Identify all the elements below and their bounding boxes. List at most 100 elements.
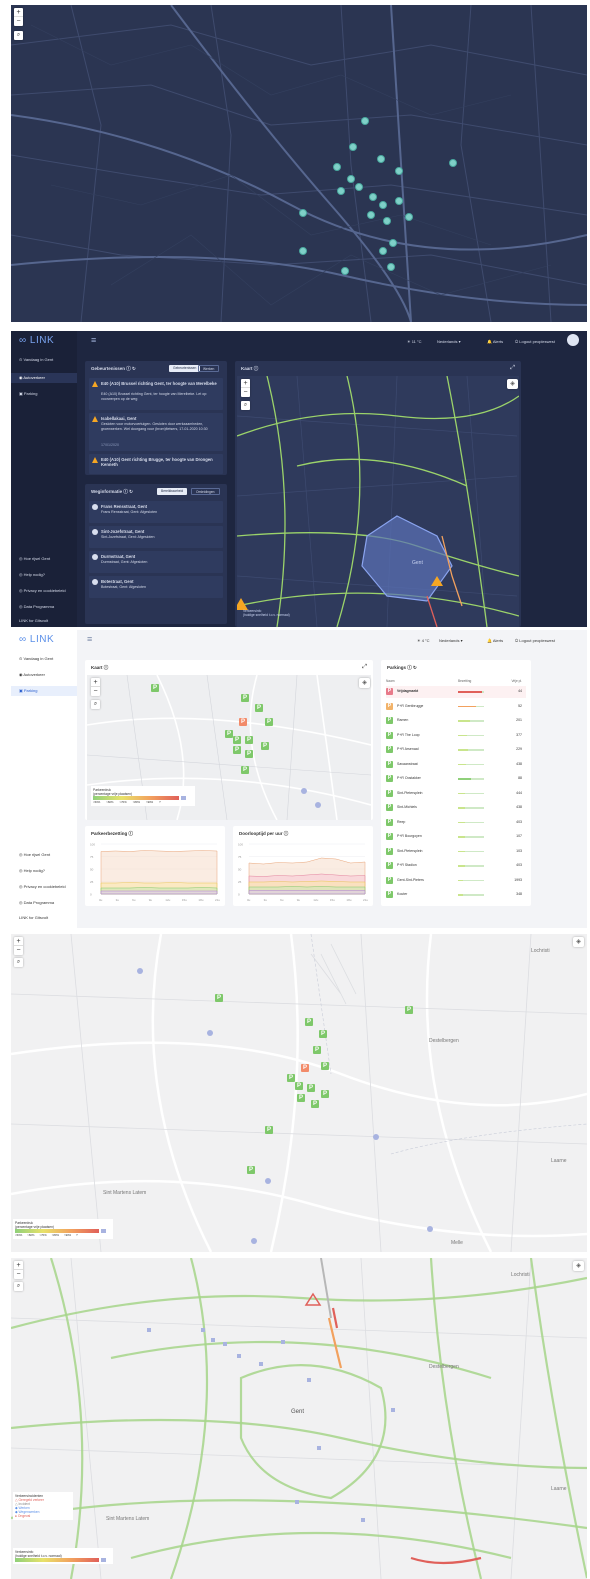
bike-parking-marker[interactable]: [137, 968, 143, 974]
nav-item-gent[interactable]: ◎ Hoe rijsel Gent: [19, 852, 50, 857]
camera-marker[interactable]: [405, 213, 413, 221]
camera-marker[interactable]: [395, 197, 403, 205]
parking-row[interactable]: P P+R Oostakker 88: [386, 773, 526, 785]
nav-item-autoverkeer[interactable]: ◉ Autoverkeer: [11, 373, 77, 383]
parking-marker[interactable]: P: [297, 1094, 305, 1102]
road-item[interactable]: Botestraat, Gent Botestraat, Gent: Afges…: [89, 576, 223, 598]
parking-marker[interactable]: P: [261, 742, 269, 750]
camera-marker[interactable]: [367, 211, 375, 219]
parking-row[interactable]: P Sint-Michiels 438: [386, 802, 526, 814]
camera-marker[interactable]: [341, 267, 349, 275]
logout-button[interactable]: ⏻ Logout peopleswest: [515, 339, 555, 344]
language-select[interactable]: Nederlands ▾: [439, 638, 463, 643]
layers-icon[interactable]: ◈: [359, 678, 370, 688]
bike-parking-marker[interactable]: [207, 1030, 213, 1036]
alerts-button[interactable]: 🔔 Alerts: [487, 638, 503, 643]
zoom-control[interactable]: + −: [14, 8, 23, 26]
camera-marker[interactable]: [449, 159, 457, 167]
zoom-out-button[interactable]: −: [14, 946, 23, 955]
zoom-out-button[interactable]: −: [241, 388, 250, 397]
traffic-map[interactable]: Gent: [237, 376, 519, 627]
parking-marker[interactable]: P: [233, 746, 241, 754]
zoom-out-button[interactable]: −: [14, 1270, 23, 1279]
nav-item-help[interactable]: ◎ Help nodig?: [19, 868, 45, 873]
camera-marker[interactable]: [349, 143, 357, 151]
hamburger-icon[interactable]: ≡: [87, 634, 92, 644]
parking-row[interactable]: P P+R Stadion 403: [386, 860, 526, 872]
parking-marker[interactable]: P: [151, 684, 159, 692]
nav-item-link[interactable]: LINK for Gitsvolt: [19, 618, 48, 623]
nav-item-data[interactable]: ◎ Data Programma: [19, 900, 54, 905]
map-zoom-control[interactable]: + −: [91, 678, 100, 696]
nav-item-vandaag[interactable]: ⊙ Vandaag in Gent: [19, 357, 53, 362]
parking-row[interactable]: P Sint-Pietersplein 444: [386, 788, 526, 800]
nav-item-link[interactable]: LINK for Gitsvolt: [19, 915, 48, 920]
parking-marker-full[interactable]: P: [301, 1064, 309, 1072]
event-item[interactable]: Isabellakaai, Gent Gesloten voor motorvo…: [89, 413, 223, 451]
parking-marker[interactable]: P: [311, 1100, 319, 1108]
parking-marker[interactable]: P: [255, 704, 263, 712]
parking-row[interactable]: P P+R Arsenaal 229: [386, 744, 526, 756]
layers-icon[interactable]: ◈: [573, 1261, 584, 1271]
layers-icon[interactable]: ◈: [507, 379, 518, 389]
map-zoom-control[interactable]: + −: [241, 379, 250, 397]
nav-item-data[interactable]: ◎ Data Programma: [19, 604, 54, 609]
parking-marker[interactable]: P: [241, 766, 249, 774]
toggle-omleidingen[interactable]: Omleidingen: [191, 488, 220, 495]
parking-marker[interactable]: P: [305, 1018, 313, 1026]
bike-parking-marker[interactable]: [427, 1226, 433, 1232]
parking-marker[interactable]: P: [319, 1030, 327, 1038]
zoom-in-button[interactable]: +: [14, 8, 23, 17]
camera-marker[interactable]: [299, 209, 307, 217]
expand-icon[interactable]: ⤢: [510, 365, 515, 372]
camera-marker[interactable]: [387, 263, 395, 271]
event-item[interactable]: E40 (A10) Gent richting Brugge, ter hoog…: [89, 454, 223, 474]
parking-marker[interactable]: P: [295, 1082, 303, 1090]
event-item[interactable]: E40 (A10) Brussel richting Gent, ter hoo…: [89, 378, 223, 410]
parking-row[interactable]: P Kouter 348: [386, 889, 526, 901]
parking-marker[interactable]: P: [307, 1084, 315, 1092]
language-select[interactable]: Nederlands ▾: [437, 339, 461, 344]
parking-row[interactable]: P Sint-Pietersplein 103: [386, 846, 526, 858]
parking-marker[interactable]: P: [245, 750, 253, 758]
bike-parking-marker[interactable]: [301, 788, 307, 794]
parking-marker[interactable]: P: [321, 1062, 329, 1070]
layers-icon[interactable]: ◈: [573, 937, 584, 947]
zoom-control[interactable]: + −: [14, 937, 23, 955]
nav-item-parking[interactable]: ▣ Parking: [19, 391, 37, 396]
parking-marker[interactable]: P: [405, 1006, 413, 1014]
search-icon[interactable]: ⌕: [14, 31, 23, 40]
nav-item-privacy[interactable]: ◎ Privacy en cookiebeleid: [19, 588, 66, 593]
camera-marker[interactable]: [377, 155, 385, 163]
search-icon[interactable]: ⌕: [14, 1282, 23, 1291]
zoom-control[interactable]: + −: [14, 1261, 23, 1279]
camera-marker[interactable]: [337, 187, 345, 195]
camera-marker[interactable]: [383, 217, 391, 225]
camera-map-panel[interactable]: + − ⌕: [11, 5, 587, 322]
toggle-bereikbaarheid[interactable]: Bereikbaarheid: [157, 488, 188, 495]
nav-item-parking[interactable]: ▣ Parking: [11, 686, 77, 696]
parking-marker[interactable]: P: [245, 736, 253, 744]
parking-marker[interactable]: P: [233, 736, 241, 744]
logout-button[interactable]: ⏻ Logout peopleswest: [515, 638, 555, 643]
road-item[interactable]: Frans Rensstraat, Gent Frans Rensstraat,…: [89, 501, 223, 523]
parking-row[interactable]: P P+R Bourgoyen 107: [386, 831, 526, 843]
camera-marker[interactable]: [361, 117, 369, 125]
parking-marker[interactable]: P: [265, 1126, 273, 1134]
camera-marker[interactable]: [379, 247, 387, 255]
bike-parking-marker[interactable]: [315, 802, 321, 808]
nav-item-privacy[interactable]: ◎ Privacy en cookiebeleid: [19, 884, 66, 889]
camera-marker[interactable]: [333, 163, 341, 171]
nav-item-vandaag[interactable]: ⊙ Vandaag in Gent: [19, 656, 53, 661]
zoom-in-button[interactable]: +: [14, 937, 23, 946]
traffic-map-panel[interactable]: Gent Lochristi Destelbergen Laarne Sint …: [11, 1258, 587, 1579]
nav-item-autoverkeer[interactable]: ◉ Autoverkeer: [19, 672, 45, 677]
nav-item-gent[interactable]: ◎ Hoe rijsel Gent: [19, 556, 50, 561]
parking-row[interactable]: P Gent-Sint-Pieters 1993: [386, 875, 526, 887]
column-free[interactable]: Vrije pl.: [511, 679, 522, 683]
camera-marker[interactable]: [369, 193, 377, 201]
parking-marker[interactable]: P: [265, 718, 273, 726]
parking-row[interactable]: P Ramen 201: [386, 715, 526, 727]
toggle-gebeurtenissen[interactable]: Gebeurtenissen: [169, 365, 201, 372]
nav-item-help[interactable]: ◎ Help nodig?: [19, 572, 45, 577]
